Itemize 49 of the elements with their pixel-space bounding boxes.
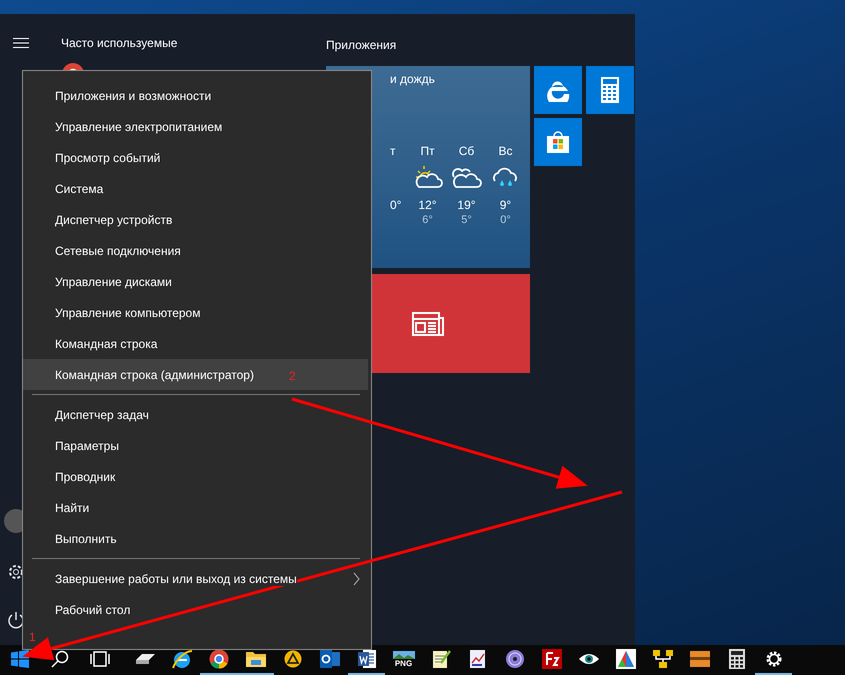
network-icon	[652, 649, 674, 669]
section-header: Часто используемые	[61, 36, 178, 50]
high-temperature: 12°	[418, 198, 437, 212]
low-temperature: 6°	[422, 214, 433, 226]
calculator-tile[interactable]	[586, 66, 634, 114]
document-icon	[356, 649, 376, 669]
annotation-number: 2	[289, 369, 296, 383]
newspaper-icon	[412, 312, 444, 336]
weather-summary: и дождь	[390, 72, 436, 86]
box-icon	[688, 649, 710, 669]
triangles-icon	[616, 649, 636, 669]
search-icon	[51, 650, 69, 668]
calculator-icon	[728, 649, 744, 669]
clouds-icon	[450, 165, 482, 189]
browser-tile[interactable]	[534, 66, 582, 114]
low-temperature: 0°	[500, 214, 511, 226]
low-temperature: 5°	[461, 214, 472, 226]
annotation-number: 1	[29, 630, 36, 644]
disc-icon	[504, 649, 524, 669]
power-icon[interactable]	[6, 611, 24, 629]
e-logo-icon	[170, 648, 192, 670]
menu-icon[interactable]	[13, 38, 29, 48]
calculator-icon	[601, 77, 619, 103]
shopping-bag-icon	[546, 130, 570, 154]
task-view-icon	[90, 651, 110, 667]
file-type-label: PNG	[394, 658, 412, 668]
high-temperature: 9°	[500, 198, 512, 212]
chart-icon	[468, 649, 488, 669]
weekday-label: Сб	[458, 144, 474, 158]
high-temperature: 0°	[390, 198, 402, 212]
taskbar-app-button[interactable]: PNG	[385, 645, 422, 675]
weekday-label: Пт	[420, 144, 435, 158]
windows-logo-icon	[11, 650, 29, 668]
mail-icon	[318, 649, 340, 669]
round-logo-icon	[208, 649, 228, 669]
landscape-icon	[392, 650, 414, 658]
eye-icon	[578, 652, 600, 666]
folder-icon	[244, 650, 266, 668]
settings-icon	[764, 650, 782, 668]
chevron-right-icon	[353, 572, 360, 586]
notepad-icon	[430, 649, 450, 669]
weekday-label: Вс	[498, 144, 512, 158]
lettered-square-icon	[542, 649, 562, 669]
weekday-label: т	[390, 144, 396, 158]
store-tile[interactable]	[534, 118, 582, 166]
eraser-icon	[134, 652, 156, 666]
section-header: Приложения	[326, 38, 396, 52]
settings-icon[interactable]	[6, 563, 24, 581]
high-temperature: 19°	[457, 198, 476, 212]
